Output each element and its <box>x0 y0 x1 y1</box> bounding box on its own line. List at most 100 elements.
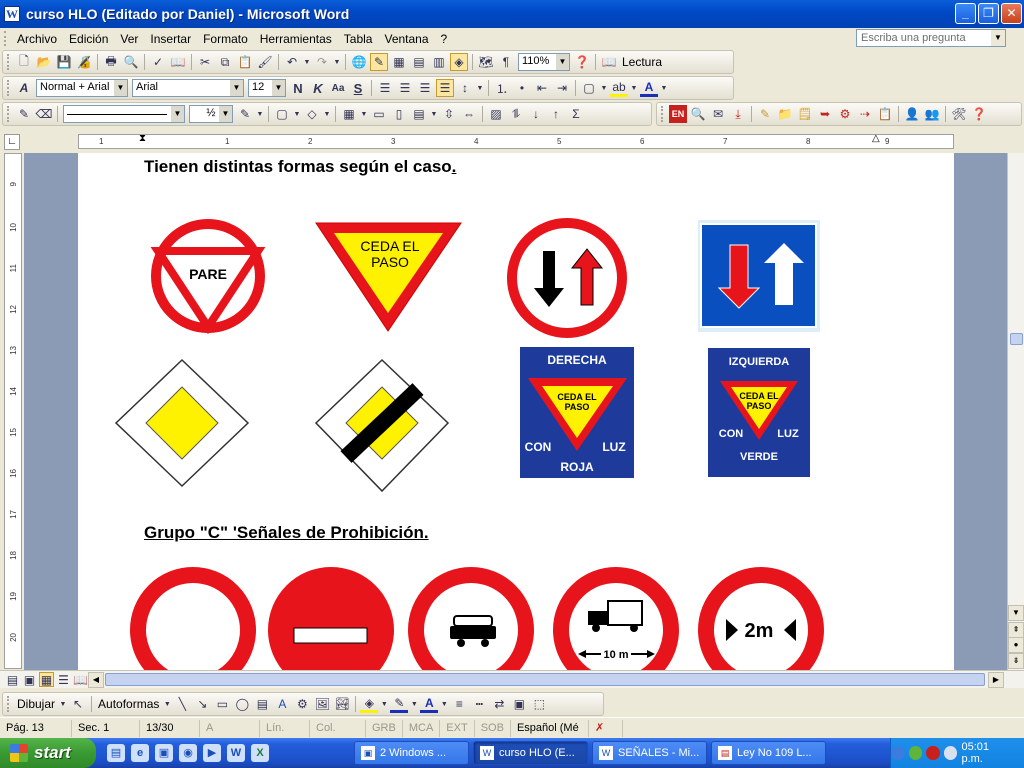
start-button[interactable]: start <box>0 738 96 768</box>
task-windows-group[interactable]: ▣ 2 Windows ... <box>354 741 469 765</box>
eraser-icon[interactable]: ⌫ <box>35 105 53 123</box>
chevron-down-icon[interactable]: ▼ <box>630 79 638 97</box>
status-sob[interactable]: SOB <box>475 719 511 737</box>
quicklaunch-word-icon[interactable]: W <box>227 744 245 762</box>
users-icon[interactable]: 👥 <box>923 105 941 123</box>
justify-icon[interactable]: ☰ <box>436 79 454 97</box>
chevron-down-icon[interactable]: ▼ <box>303 53 311 71</box>
fill-color-icon[interactable]: ◈ <box>360 695 379 713</box>
styles-icon[interactable]: A <box>15 79 33 97</box>
paste-icon[interactable]: 📋 <box>236 53 254 71</box>
horizontal-ruler[interactable]: 1 ⧗ 1 2 3 4 5 6 7 8 9 △ <box>78 134 954 149</box>
chevron-down-icon[interactable]: ▼ <box>440 695 448 713</box>
border-color-icon[interactable]: ✎ <box>236 105 254 123</box>
menu-help[interactable]: ? <box>435 32 454 46</box>
increase-indent-icon[interactable]: ⇥ <box>553 79 571 97</box>
menu-grip[interactable] <box>4 31 7 46</box>
print-layout-icon[interactable]: ▦ <box>39 672 54 687</box>
chevron-down-icon[interactable]: ▼ <box>476 79 484 97</box>
italic-icon[interactable]: K <box>309 79 327 97</box>
font-color-icon[interactable]: A <box>640 79 658 97</box>
dibujar-menu[interactable]: Dibujar <box>14 697 58 711</box>
chevron-down-icon[interactable]: ▼ <box>410 695 418 713</box>
align-cells-icon[interactable]: ▤ <box>410 105 428 123</box>
shading-icon[interactable]: ◇ <box>303 105 321 123</box>
highlight-text-icon[interactable]: Aa <box>329 79 347 97</box>
autoformat-table-icon[interactable]: ▨ <box>487 105 505 123</box>
arrow-style-icon[interactable]: ⇄ <box>490 695 508 713</box>
underline-icon[interactable]: S <box>349 79 367 97</box>
hscroll-thumb[interactable] <box>105 673 985 686</box>
menu-herramientas[interactable]: Herramientas <box>254 32 338 46</box>
next-page-icon[interactable]: ⇟ <box>1008 653 1024 669</box>
print-icon[interactable]: 🖶 <box>102 53 120 71</box>
chevron-down-icon[interactable]: ▼ <box>600 79 608 97</box>
vertical-ruler[interactable]: 9 10 11 12 13 14 15 16 17 18 19 20 <box>4 153 22 669</box>
edit-icon[interactable]: ✎ <box>756 105 774 123</box>
maximize-button[interactable]: ❐ <box>978 3 999 24</box>
print-preview-icon[interactable]: 🔍 <box>122 53 140 71</box>
chevron-down-icon[interactable]: ▼ <box>556 54 569 70</box>
reading-view-icon[interactable]: 📖 <box>73 672 88 687</box>
toolbar-grip[interactable] <box>661 106 664 122</box>
ask-question-input[interactable]: Escriba una pregunta ▼ <box>856 29 1006 47</box>
redo-icon[interactable]: ↷ <box>313 53 331 71</box>
split-cells-icon[interactable]: ▯ <box>390 105 408 123</box>
chevron-down-icon[interactable]: ▼ <box>219 106 232 122</box>
drawing-icon[interactable]: ◈ <box>450 53 468 71</box>
task-curso-hlo[interactable]: Wcurso HLO (E... <box>473 741 588 765</box>
autoformas-menu[interactable]: Autoformas <box>95 697 162 711</box>
font-select[interactable]: Arial ▼ <box>132 79 244 97</box>
insert-excel-icon[interactable]: ▤ <box>410 53 428 71</box>
chevron-down-icon[interactable]: ▼ <box>333 53 341 71</box>
tray-kaspersky-icon[interactable] <box>943 746 958 760</box>
chevron-down-icon[interactable]: ▼ <box>660 79 668 97</box>
settings-icon[interactable]: ⚙ <box>836 105 854 123</box>
menu-ventana[interactable]: Ventana <box>378 32 434 46</box>
scroll-right-button[interactable]: ▶ <box>988 672 1004 688</box>
arrow-icon[interactable]: ⤓ <box>729 105 747 123</box>
chevron-down-icon[interactable]: ▼ <box>230 80 243 96</box>
indent-marker-icon[interactable]: ⧗ <box>139 135 146 144</box>
hyperlink-icon[interactable]: 🌐 <box>350 53 368 71</box>
chevron-down-icon[interactable]: ▼ <box>114 80 127 96</box>
toolbar-grip[interactable] <box>7 80 10 96</box>
insert-table-icon[interactable]: ▦ <box>340 105 358 123</box>
language-icon[interactable]: EN <box>669 105 687 123</box>
menu-tabla[interactable]: Tabla <box>338 32 379 46</box>
note-icon[interactable]: 🗒 <box>796 105 814 123</box>
quicklaunch-media-icon[interactable]: ▶ <box>203 744 221 762</box>
toolbar-grip[interactable] <box>7 696 10 712</box>
save-icon[interactable]: 💾 <box>55 53 73 71</box>
distribute-rows-icon[interactable]: ⇳ <box>440 105 458 123</box>
document-page[interactable]: Tienen distintas formas según el caso. P… <box>78 153 954 670</box>
style-select[interactable]: Normal + Arial ▼ <box>36 79 128 97</box>
forward-icon[interactable]: ➥ <box>816 105 834 123</box>
chevron-down-icon[interactable]: ▼ <box>380 695 388 713</box>
chevron-down-icon[interactable]: ▼ <box>293 105 301 123</box>
browse-object-icon[interactable]: ● <box>1008 637 1024 653</box>
previous-page-icon[interactable]: ⇞ <box>1008 622 1024 638</box>
chevron-down-icon[interactable]: ▼ <box>360 105 368 123</box>
clock[interactable]: 05:01 p.m. <box>961 741 1012 765</box>
tray-pen-icon[interactable] <box>908 746 923 760</box>
chevron-down-icon[interactable]: ▼ <box>430 105 438 123</box>
align-center-icon[interactable]: ☰ <box>396 79 414 97</box>
line-spacing-icon[interactable]: ↕ <box>456 79 474 97</box>
quicklaunch-excel-icon[interactable]: X <box>251 744 269 762</box>
columns-icon[interactable]: ▥ <box>430 53 448 71</box>
wordart-icon[interactable]: A <box>273 695 291 713</box>
select-objects-icon[interactable]: ↖ <box>69 695 87 713</box>
envelope-icon[interactable]: ✉ <box>709 105 727 123</box>
new-document-icon[interactable]: 🗋 <box>15 53 33 71</box>
chevron-down-icon[interactable]: ▼ <box>991 30 1005 46</box>
internet-explorer-icon[interactable]: e <box>131 744 149 762</box>
line-style-icon[interactable]: ≡ <box>450 695 468 713</box>
menu-edicion[interactable]: Edición <box>63 32 114 46</box>
draw-table-icon[interactable]: ✎ <box>15 105 33 123</box>
menu-insertar[interactable]: Insertar <box>144 32 197 46</box>
close-button[interactable]: ✕ <box>1001 3 1022 24</box>
toolbar-grip[interactable] <box>7 54 10 70</box>
horizontal-scrollbar[interactable]: ▤ ▣ ▦ ☰ 📖 ◀ ▶ <box>0 670 1024 688</box>
thesaurus-icon[interactable]: 🔍 <box>689 105 707 123</box>
